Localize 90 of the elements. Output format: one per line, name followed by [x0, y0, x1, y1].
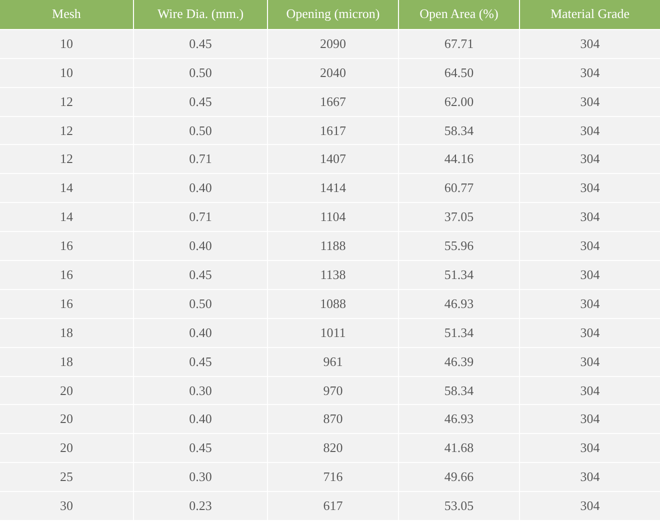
table-cell: 304	[520, 116, 660, 146]
table-cell: 716	[268, 463, 399, 492]
table-cell: 25	[0, 463, 134, 492]
table-cell: 49.66	[399, 463, 520, 492]
table-cell: 51.34	[399, 261, 520, 290]
table-cell: 0.30	[134, 463, 268, 492]
table-cell: 0.71	[134, 145, 268, 174]
table-cell: 0.40	[134, 232, 268, 262]
table-cell: 304	[520, 174, 660, 204]
column-header: Material Grade	[520, 0, 660, 30]
table-cell: 2040	[268, 58, 399, 88]
table-cell: 46.39	[399, 348, 520, 377]
table-cell: 0.23	[134, 492, 268, 521]
table-cell: 12	[0, 145, 134, 174]
table-cell: 67.71	[399, 30, 520, 59]
table-cell: 18	[0, 348, 134, 377]
table-cell: 304	[520, 203, 660, 232]
table-cell: 10	[0, 58, 134, 88]
table-cell: 14	[0, 203, 134, 232]
table-cell: 961	[268, 348, 399, 377]
table-cell: 12	[0, 116, 134, 146]
table-cell: 304	[520, 261, 660, 290]
table-cell: 0.40	[134, 174, 268, 204]
table-cell: 304	[520, 434, 660, 464]
table-cell: 58.34	[399, 376, 520, 406]
table-cell: 51.34	[399, 318, 520, 348]
column-header: Mesh	[0, 0, 134, 30]
table-cell: 0.45	[134, 261, 268, 290]
table-cell: 304	[520, 405, 660, 434]
table-cell: 41.68	[399, 434, 520, 464]
table-cell: 1407	[268, 145, 399, 174]
table-cell: 14	[0, 174, 134, 204]
table-cell: 304	[520, 232, 660, 262]
table-cell: 304	[520, 145, 660, 174]
table-cell: 20	[0, 405, 134, 434]
table-cell: 304	[520, 30, 660, 59]
table-cell: 0.40	[134, 405, 268, 434]
table-cell: 304	[520, 318, 660, 348]
table-cell: 20	[0, 376, 134, 406]
table-cell: 304	[520, 290, 660, 319]
table-cell: 304	[520, 376, 660, 406]
table-cell: 46.93	[399, 405, 520, 434]
column-header: Wire Dia. (mm.)	[134, 0, 268, 30]
table-cell: 0.50	[134, 116, 268, 146]
table-cell: 55.96	[399, 232, 520, 262]
table-cell: 1104	[268, 203, 399, 232]
column-header: Open Area (%)	[399, 0, 520, 30]
table-cell: 304	[520, 88, 660, 117]
table-cell: 304	[520, 492, 660, 521]
table-cell: 0.50	[134, 290, 268, 319]
table-cell: 16	[0, 232, 134, 262]
table-cell: 2090	[268, 30, 399, 59]
table-cell: 870	[268, 405, 399, 434]
table-cell: 617	[268, 492, 399, 521]
table-cell: 0.45	[134, 434, 268, 464]
table-cell: 820	[268, 434, 399, 464]
table-cell: 1188	[268, 232, 399, 262]
table-cell: 20	[0, 434, 134, 464]
table-cell: 62.00	[399, 88, 520, 117]
table-cell: 30	[0, 492, 134, 521]
table-cell: 16	[0, 261, 134, 290]
table-cell: 60.77	[399, 174, 520, 204]
table-cell: 0.45	[134, 88, 268, 117]
table-cell: 1617	[268, 116, 399, 146]
table-cell: 46.93	[399, 290, 520, 319]
table-cell: 970	[268, 376, 399, 406]
table-cell: 0.45	[134, 30, 268, 59]
table-cell: 10	[0, 30, 134, 59]
table-cell: 304	[520, 463, 660, 492]
table-cell: 18	[0, 318, 134, 348]
table-cell: 16	[0, 290, 134, 319]
table-cell: 304	[520, 58, 660, 88]
table-cell: 1414	[268, 174, 399, 204]
table-cell: 44.16	[399, 145, 520, 174]
table-cell: 12	[0, 88, 134, 117]
table-cell: 304	[520, 348, 660, 377]
table-cell: 0.30	[134, 376, 268, 406]
table-cell: 37.05	[399, 203, 520, 232]
table-cell: 0.40	[134, 318, 268, 348]
table-cell: 1667	[268, 88, 399, 117]
table-cell: 58.34	[399, 116, 520, 146]
table-cell: 53.05	[399, 492, 520, 521]
table-cell: 1088	[268, 290, 399, 319]
table-cell: 0.45	[134, 348, 268, 377]
table-cell: 1011	[268, 318, 399, 348]
table-cell: 0.50	[134, 58, 268, 88]
table-cell: 0.71	[134, 203, 268, 232]
table-cell: 1138	[268, 261, 399, 290]
table-cell: 64.50	[399, 58, 520, 88]
column-header: Opening (micron)	[268, 0, 399, 30]
